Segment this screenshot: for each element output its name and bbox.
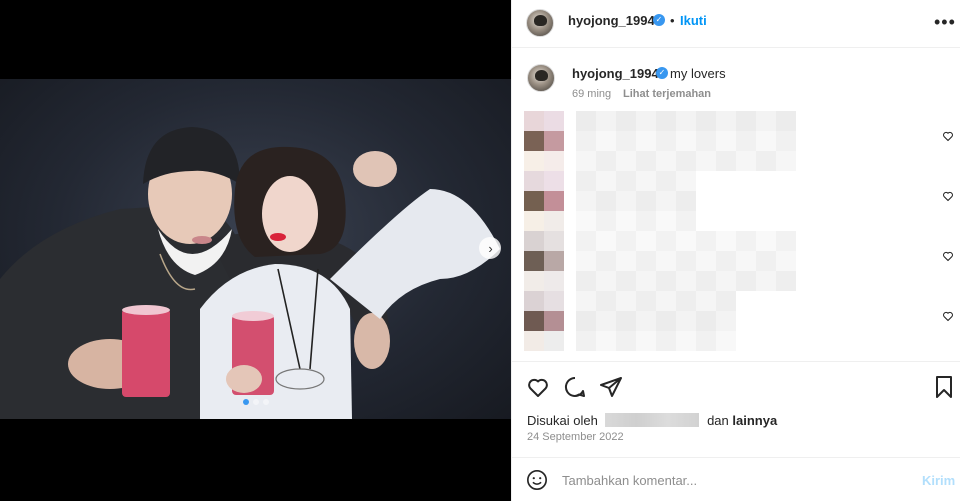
caption-text: my lovers [670,66,726,81]
likes-and: dan [707,413,729,428]
like-heart-icon[interactable] [526,375,550,399]
photo-illustration [0,127,500,419]
likes-prefix: Disukai oleh [527,413,598,428]
follow-button[interactable]: Ikuti [680,13,707,28]
separator-dot: • [670,13,675,28]
post-date: 24 September 2022 [527,431,624,443]
post-photo[interactable] [0,79,511,419]
emoji-icon[interactable] [526,469,548,491]
comment-input[interactable] [562,471,902,489]
share-send-icon[interactable] [599,375,623,399]
send-comment-button[interactable]: Kirim [922,473,955,488]
more-options-icon[interactable]: ••• [934,12,956,33]
caption-username[interactable]: hyojong_1994 [572,66,659,81]
carousel-dot [262,399,269,405]
post-age[interactable]: 69 ming [572,88,611,100]
comment-item-redacted [524,171,924,231]
comment-like-heart-icon[interactable] [942,190,954,202]
chevron-right-icon: › [488,240,493,256]
see-translation-link[interactable]: Lihat terjemahan [623,88,711,100]
verified-badge-icon: ✓ [656,67,668,79]
post-sidebar: hyojong_1994 ✓ • Ikuti ••• hyojong_1994 … [511,0,960,501]
liker-username-redacted[interactable] [605,413,700,427]
likes-summary: Disukai oleh dan lainnya [527,413,777,428]
comment-like-heart-icon[interactable] [942,310,954,322]
carousel-next-button[interactable]: › [479,237,501,259]
comment-item-redacted [524,291,924,351]
verified-badge-icon: ✓ [653,14,665,26]
comment-composer: Kirim [512,457,960,501]
carousel-dot [242,399,249,405]
caption-avatar[interactable] [527,64,555,92]
comment-bubble-icon[interactable] [563,375,587,399]
likes-others-link[interactable]: lainnya [732,413,777,428]
comment-like-heart-icon[interactable] [942,250,954,262]
comment-item-redacted [524,111,924,171]
comment-like-heart-icon[interactable] [942,130,954,142]
action-bar [512,361,960,409]
avatar[interactable] [526,9,554,37]
bookmark-icon[interactable] [932,375,956,399]
post-media: › [0,0,511,501]
username-link[interactable]: hyojong_1994 [568,13,655,28]
carousel-dots [0,399,511,405]
comment-item-redacted [524,231,924,291]
post-header: hyojong_1994 ✓ • Ikuti ••• [512,0,960,48]
carousel-dot [252,399,259,405]
